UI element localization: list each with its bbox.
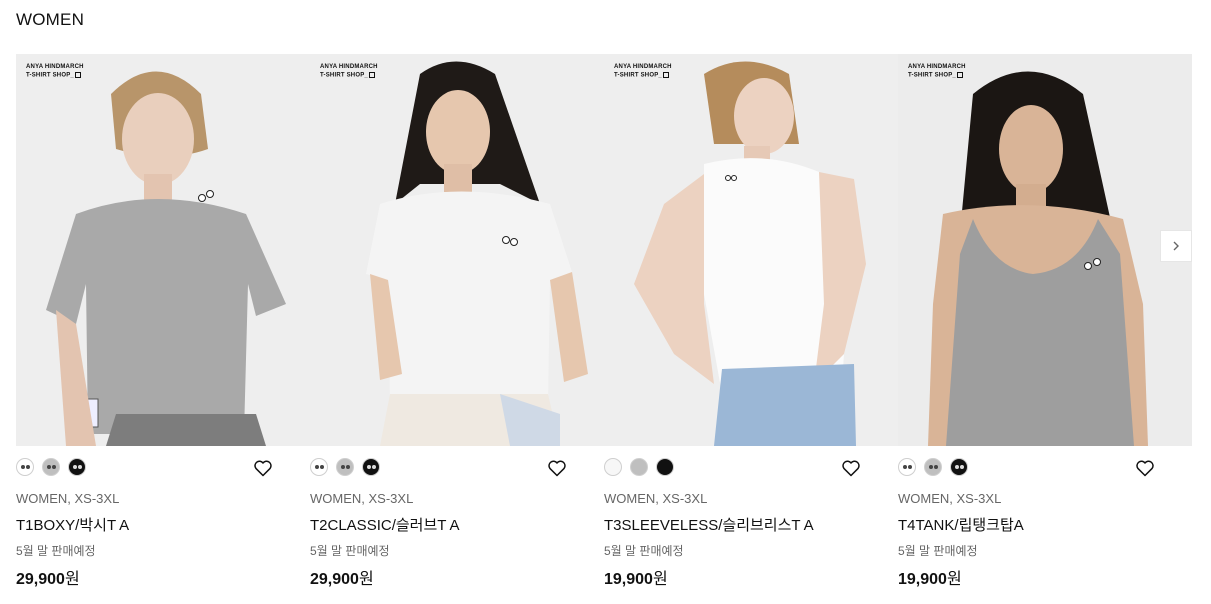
product-price: 19,900원 <box>898 571 962 588</box>
swatch-grey[interactable] <box>336 458 354 476</box>
product-price: 29,900원 <box>310 571 374 588</box>
product-category: WOMEN, XS-3XL <box>604 491 708 506</box>
product-status: 5월 말 판매예정 <box>16 544 96 558</box>
color-swatches <box>898 458 968 478</box>
section-title: WOMEN <box>16 10 85 29</box>
brand-logo: ANYA HINDMARCH T-SHIRT SHOP_ <box>908 64 966 79</box>
product-status: 5월 말 판매예정 <box>898 544 978 558</box>
product-category: WOMEN, XS-3XL <box>310 491 414 506</box>
product-carousel: ANYA HINDMARCH T-SHIRT SHOP_ WOMEN, XS-3… <box>16 54 1192 594</box>
product-card[interactable]: ANYA HINDMARCH T-SHIRT SHOP_ WOMEN, XS-3… <box>16 54 310 594</box>
product-status: 5월 말 판매예정 <box>604 544 684 558</box>
brand-logo: ANYA HINDMARCH T-SHIRT SHOP_ <box>320 64 378 79</box>
swatch-black[interactable] <box>656 458 674 476</box>
color-swatches <box>604 458 674 478</box>
swatch-white[interactable] <box>604 458 622 476</box>
product-image[interactable]: ANYA HINDMARCH T-SHIRT SHOP_ <box>310 54 604 446</box>
product-name[interactable]: T3SLEEVELESS/슬리브리스T A <box>604 514 814 535</box>
product-card[interactable]: ANYA HINDMARCH T-SHIRT SHOP_ WOMEN, XS-3… <box>604 54 898 594</box>
brand-logo: ANYA HINDMARCH T-SHIRT SHOP_ <box>26 64 84 79</box>
brand-logo: ANYA HINDMARCH T-SHIRT SHOP_ <box>614 64 672 79</box>
product-name[interactable]: T1BOXY/박시T A <box>16 514 129 535</box>
swatch-black[interactable] <box>362 458 380 476</box>
chevron-right-icon <box>1173 241 1179 251</box>
swatch-white[interactable] <box>310 458 328 476</box>
product-name[interactable]: T4TANK/립탱크탑A <box>898 514 1024 535</box>
product-card[interactable]: ANYA HINDMARCH T-SHIRT SHOP_ WOMEN, XS-3… <box>898 54 1192 594</box>
product-status: 5월 말 판매예정 <box>310 544 390 558</box>
product-image[interactable]: ANYA HINDMARCH T-SHIRT SHOP_ <box>16 54 310 446</box>
swatch-white[interactable] <box>898 458 916 476</box>
color-swatches <box>310 458 380 478</box>
product-image[interactable]: ANYA HINDMARCH T-SHIRT SHOP_ <box>898 54 1192 446</box>
heart-outline-icon[interactable] <box>1135 458 1155 478</box>
product-image[interactable]: ANYA HINDMARCH T-SHIRT SHOP_ <box>604 54 898 446</box>
swatch-black[interactable] <box>950 458 968 476</box>
heart-outline-icon[interactable] <box>253 458 273 478</box>
product-name[interactable]: T2CLASSIC/슬러브T A <box>310 514 460 535</box>
swatch-grey[interactable] <box>924 458 942 476</box>
swatch-black[interactable] <box>68 458 86 476</box>
swatch-white[interactable] <box>16 458 34 476</box>
color-swatches <box>16 458 86 478</box>
carousel-next-button[interactable] <box>1160 230 1192 262</box>
product-price: 29,900원 <box>16 571 80 588</box>
swatch-grey[interactable] <box>630 458 648 476</box>
heart-outline-icon[interactable] <box>841 458 861 478</box>
heart-outline-icon[interactable] <box>547 458 567 478</box>
swatch-grey[interactable] <box>42 458 60 476</box>
product-price: 19,900원 <box>604 571 668 588</box>
product-category: WOMEN, XS-3XL <box>16 491 120 506</box>
product-category: WOMEN, XS-3XL <box>898 491 1002 506</box>
product-card[interactable]: ANYA HINDMARCH T-SHIRT SHOP_ WOMEN, XS-3… <box>310 54 604 594</box>
